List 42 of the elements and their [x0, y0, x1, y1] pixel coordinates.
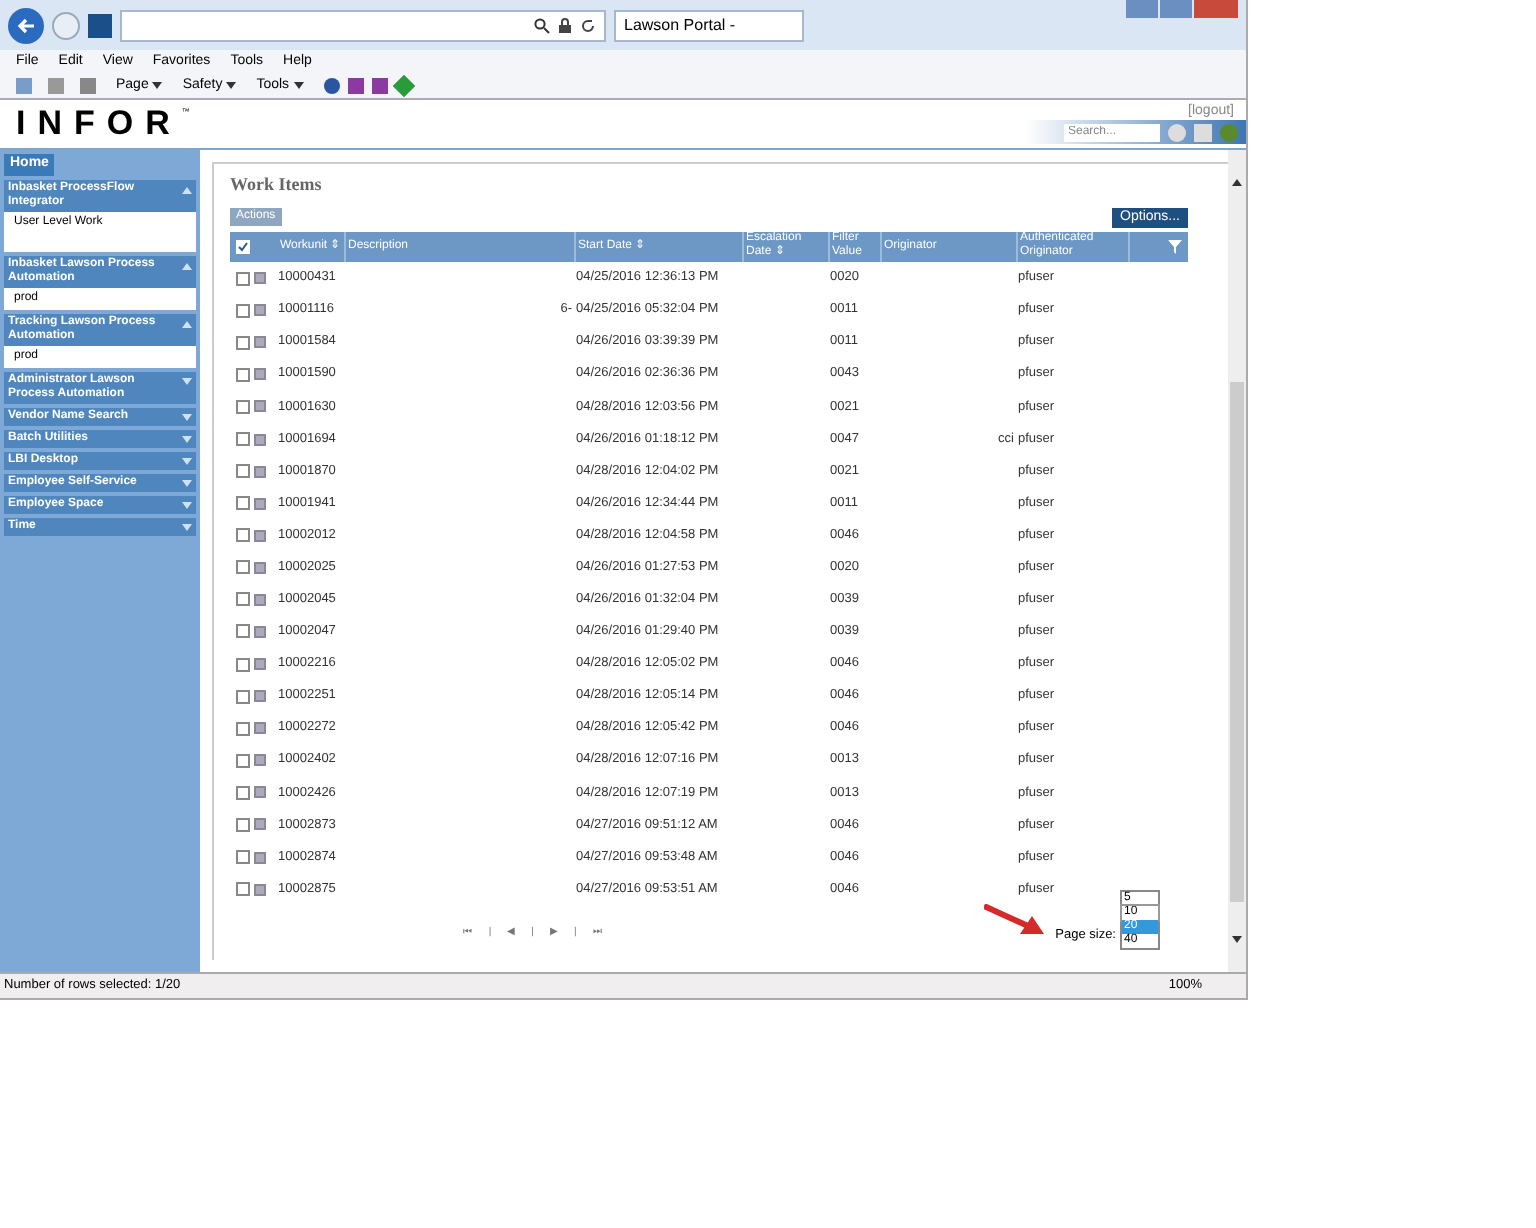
checkbox[interactable] — [236, 817, 250, 832]
checkbox[interactable] — [236, 592, 250, 607]
collapse-icon[interactable] — [182, 319, 192, 327]
scroll-up-icon[interactable] — [1232, 178, 1242, 186]
checkbox[interactable] — [236, 464, 250, 479]
checkbox[interactable] — [236, 785, 250, 800]
checkbox[interactable] — [236, 399, 250, 414]
caret-icon[interactable] — [152, 82, 163, 90]
checkbox[interactable] — [236, 850, 250, 865]
collapse-icon[interactable] — [182, 185, 192, 193]
collapse-icon[interactable] — [182, 261, 192, 269]
checkbox[interactable] — [236, 303, 250, 318]
checkbox[interactable] — [236, 367, 250, 382]
tab-title: Lawson Portal - — [624, 13, 736, 37]
toolbar-icons-drawing[interactable] — [323, 78, 412, 94]
checkbox[interactable] — [236, 689, 250, 704]
lock-icon — [558, 17, 572, 33]
window-controls-drawing — [1126, 0, 1238, 18]
checkbox[interactable] — [236, 432, 250, 447]
checkbox[interactable] — [236, 560, 250, 575]
scroll-down-icon[interactable] — [1232, 936, 1242, 944]
toolbar-icons-drawing[interactable] — [16, 78, 96, 94]
checkbox[interactable] — [236, 721, 250, 736]
refresh-icon[interactable] — [580, 17, 596, 33]
caret-icon[interactable] — [293, 82, 304, 90]
checkbox[interactable] — [236, 528, 250, 543]
infor-logo: INFOR — [16, 106, 182, 140]
arrow-annotation — [984, 904, 1044, 937]
filter-icon[interactable] — [1168, 239, 1182, 254]
back-icon[interactable] — [8, 7, 44, 43]
checkbox[interactable] — [236, 657, 250, 672]
checkbox[interactable] — [236, 239, 250, 254]
checkbox[interactable] — [236, 753, 250, 768]
browser-tab[interactable]: Lawson Portal - — [614, 9, 804, 41]
checkbox[interactable] — [236, 624, 250, 639]
scrollbar[interactable] — [1228, 150, 1246, 972]
checkbox[interactable] — [236, 335, 250, 350]
checkbox[interactable] — [236, 271, 250, 286]
caret-icon[interactable] — [226, 82, 237, 90]
checkbox[interactable] — [236, 882, 250, 897]
panel-title: Work Items — [230, 172, 324, 198]
checkbox[interactable] — [236, 496, 250, 511]
